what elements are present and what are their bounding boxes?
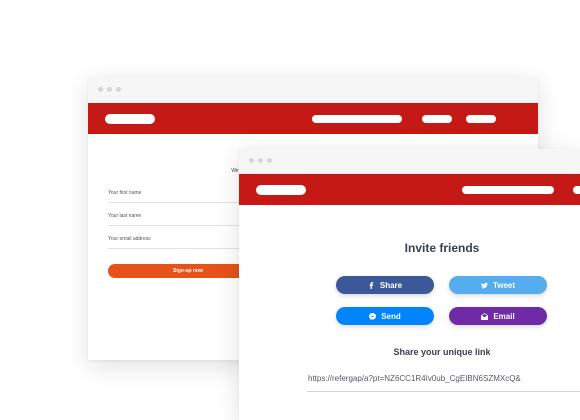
window-controls xyxy=(98,87,121,92)
nav-link-placeholder[interactable] xyxy=(466,115,496,123)
nav-link-placeholder[interactable] xyxy=(573,186,580,194)
nav-link-placeholder[interactable] xyxy=(462,186,554,194)
site-navbar xyxy=(88,103,538,134)
first-name-field[interactable]: Your first name xyxy=(108,188,248,203)
nav-link-placeholder[interactable] xyxy=(312,115,402,123)
email-label: Your email address xyxy=(108,236,151,242)
facebook-share-button[interactable]: Share xyxy=(336,276,434,294)
window-controls xyxy=(249,158,272,163)
share-label: Share xyxy=(379,280,403,290)
window-chrome xyxy=(88,78,538,103)
messenger-send-button[interactable]: Send xyxy=(336,307,434,325)
email-label: Email xyxy=(493,311,515,321)
twitter-icon xyxy=(480,282,488,288)
email-icon xyxy=(481,312,489,320)
window-dot xyxy=(249,158,254,163)
first-name-label: Your first name xyxy=(108,190,142,196)
nav-link-placeholder[interactable] xyxy=(422,115,452,123)
send-label: Send xyxy=(381,311,401,321)
last-name-field[interactable]: Your last name xyxy=(108,211,248,226)
front-browser-window: Invite friends Share Tweet Send Email Sh… xyxy=(239,149,580,420)
facebook-icon xyxy=(369,281,374,289)
last-name-label: Your last name xyxy=(108,213,142,219)
window-dot xyxy=(107,87,112,92)
window-dot xyxy=(98,87,103,92)
twitter-tweet-button[interactable]: Tweet xyxy=(449,276,547,294)
email-share-button[interactable]: Email xyxy=(449,307,547,325)
logo-placeholder xyxy=(256,185,306,195)
site-navbar xyxy=(239,174,580,205)
messenger-icon xyxy=(369,312,377,320)
share-link-title: Share your unique link xyxy=(393,347,491,357)
unique-link-value: https://refergap/a?pt=NZ6CC1R4Iv0ub_CgEI… xyxy=(308,374,521,383)
tweet-label: Tweet xyxy=(492,280,516,290)
window-dot xyxy=(116,87,121,92)
invite-friends-title: Invite friends xyxy=(404,241,480,255)
logo-placeholder xyxy=(105,114,155,124)
window-chrome xyxy=(239,149,580,174)
email-field[interactable]: Your email address xyxy=(108,234,248,249)
unique-link-field[interactable]: https://refergap/a?pt=NZ6CC1R4Iv0ub_CgEI… xyxy=(307,369,580,392)
window-dot xyxy=(258,158,263,163)
window-dot xyxy=(267,158,272,163)
